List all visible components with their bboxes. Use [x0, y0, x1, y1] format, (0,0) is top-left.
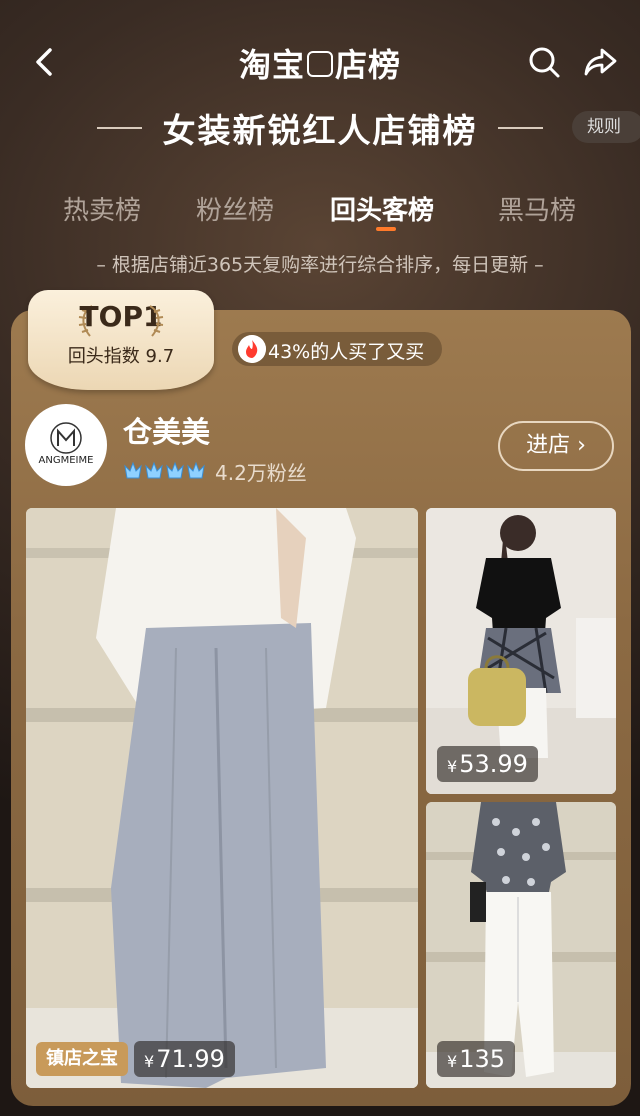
ranking-description: – 根据店铺近365天复购率进行综合排序，每日更新 – — [96, 254, 544, 276]
price-tag-3: ¥135 — [437, 1041, 515, 1077]
shop-avatar[interactable]: ANGMEIME — [25, 404, 107, 486]
enter-shop-label: 进店 — [526, 433, 571, 458]
crown-level-icon — [124, 461, 205, 479]
header: 淘宝 店榜 女装新锐红人店铺榜 规则 热卖榜 粉丝榜 回头客榜 黑马榜 – 根据店… — [0, 0, 640, 300]
tab-hot-sales[interactable]: 热卖榜 — [63, 190, 141, 227]
rank-badge: TOP1 回头指数 9.7 — [28, 290, 214, 390]
currency-symbol: ¥ — [447, 1052, 458, 1071]
product-photo-wide-pants — [26, 508, 418, 1088]
app-title-part1: 淘宝 — [238, 46, 305, 84]
tab-returning-customers[interactable]: 回头客榜 — [330, 190, 434, 227]
product-image-main[interactable] — [26, 508, 418, 1088]
share-icon[interactable] — [582, 44, 618, 80]
enter-shop-button[interactable]: 进店 › — [498, 421, 614, 471]
tab-fans[interactable]: 粉丝榜 — [196, 190, 274, 227]
store-treasure-tag: 镇店之宝 — [36, 1042, 128, 1076]
rank-label: TOP1 — [79, 300, 163, 333]
tab-dark-horse[interactable]: 黑马榜 — [498, 190, 576, 227]
active-tab-indicator — [376, 227, 396, 231]
shop-logo-text: ANGMEIME — [39, 455, 94, 466]
price-tag-main: ¥71.99 — [134, 1041, 235, 1077]
shop-name[interactable]: 仓美美 — [123, 409, 210, 451]
list-title: 女装新锐红人店铺榜 — [162, 111, 478, 150]
price-tag-2: ¥53.99 — [437, 746, 538, 782]
fire-icon — [238, 335, 266, 363]
fans-count: 4.2万粉丝 — [215, 461, 307, 485]
title-divider-right — [498, 127, 543, 129]
app-title-part2: 店榜 — [335, 46, 402, 84]
return-index: 回头指数 9.7 — [67, 346, 175, 367]
price-value: 71.99 — [156, 1045, 225, 1073]
rules-button[interactable]: 规则 — [572, 111, 640, 143]
price-value: 135 — [459, 1045, 505, 1073]
shop-logo-icon: ANGMEIME — [39, 422, 94, 466]
chevron-right-icon: › — [577, 433, 586, 458]
shield-logo-icon — [307, 51, 333, 77]
laurel-right-icon — [149, 305, 164, 337]
price-value: 53.99 — [459, 750, 528, 778]
currency-symbol: ¥ — [447, 757, 458, 776]
currency-symbol: ¥ — [144, 1052, 155, 1071]
repeat-buy-text: 43%的人买了又买 — [268, 341, 425, 363]
search-icon[interactable] — [526, 44, 562, 80]
